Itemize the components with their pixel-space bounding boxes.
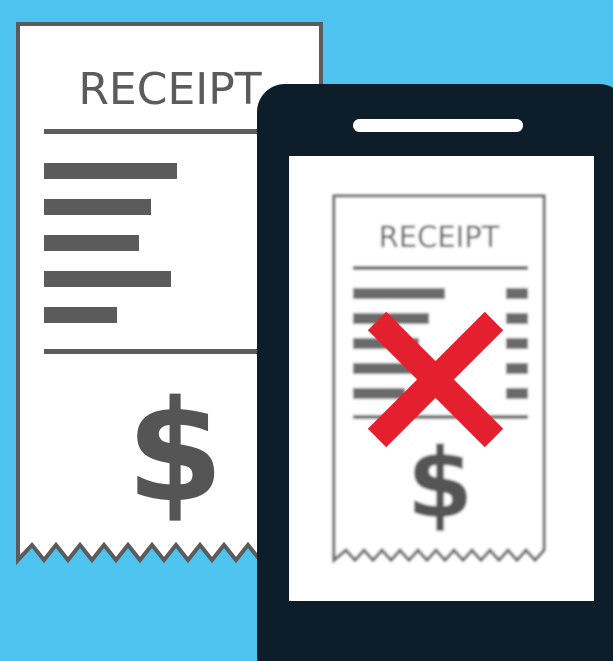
screen-receipt-line-item [353, 388, 405, 399]
screen-receipt-line-item [353, 288, 445, 299]
screen-receipt-amount [506, 338, 528, 349]
paper-receipt-line-item [44, 199, 151, 215]
screen-receipt-divider-top [353, 266, 528, 270]
illustration-canvas: RECEIPT $ RECEIPT $ [16, 22, 613, 661]
paper-receipt-line-item [44, 307, 117, 323]
illustration: RECEIPT $ RECEIPT $ [0, 0, 613, 661]
paper-receipt-line-item [44, 163, 177, 179]
screen-receipt-amount [506, 388, 528, 399]
screen-receipt-title: RECEIPT [379, 220, 500, 254]
paper-receipt-title: RECEIPT [78, 64, 261, 115]
screen-receipt-amount [506, 313, 528, 324]
screen-receipt-amount [506, 288, 528, 299]
screen-receipt-dollar-sign: $ [407, 428, 474, 540]
paper-receipt-line-item [44, 235, 139, 251]
paper-receipt-dollar-sign: $ [126, 371, 223, 534]
phone-speaker [353, 119, 523, 132]
screen-receipt-amount [506, 363, 528, 374]
paper-receipt-line-item [44, 271, 171, 287]
phone: RECEIPT $ [257, 84, 613, 661]
